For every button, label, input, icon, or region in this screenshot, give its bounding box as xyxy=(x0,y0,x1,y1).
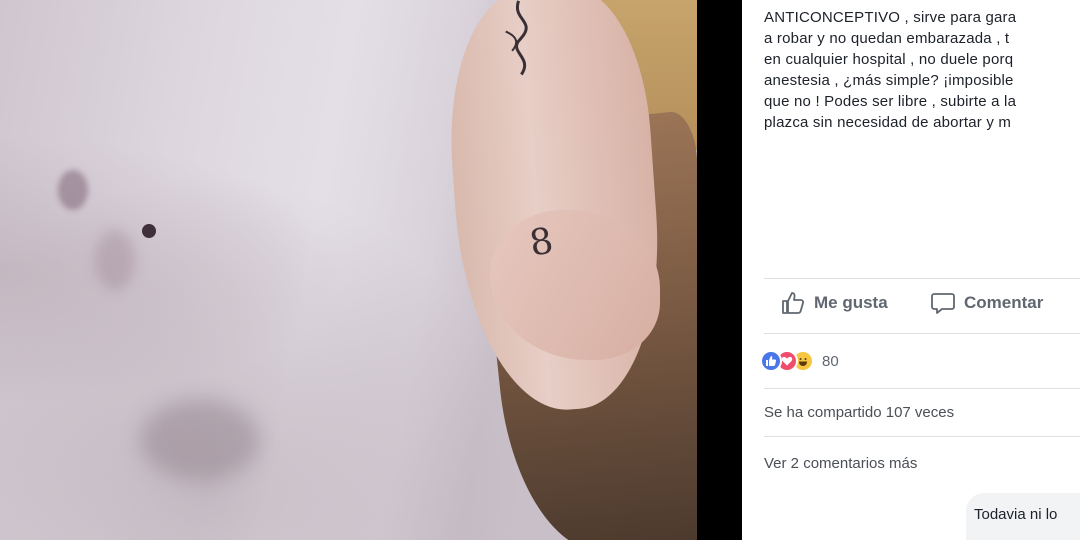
post-text-line: a robar y no quedan embarazada , t xyxy=(764,30,1010,47)
post-photo[interactable]: 8 xyxy=(0,0,697,540)
post-text-line: que no ! Podes ser libre , subirte a la xyxy=(764,93,1017,110)
comment-button[interactable]: Comentar xyxy=(930,290,1043,316)
photo-skin-mark xyxy=(95,230,135,290)
divider xyxy=(764,436,1080,437)
reactions-summary[interactable]: 80 xyxy=(760,350,839,372)
view-more-comments-link[interactable]: Ver 2 comentarios más xyxy=(764,455,917,472)
post-text-line: anestesia , ¿más simple? ¡imposible xyxy=(764,72,1014,89)
divider xyxy=(764,388,1080,389)
comment-icon xyxy=(930,290,956,316)
photo-skin-mark xyxy=(58,170,88,210)
reaction-count: 80 xyxy=(822,352,839,370)
post-text-line-cut xyxy=(764,0,1080,7)
photo-skin-mark xyxy=(140,400,260,480)
like-button[interactable]: Me gusta xyxy=(780,290,888,316)
post-text-line: en cualquier hospital , no duele porq xyxy=(764,51,1014,68)
post-text-line: ANTICONCEPTIVO , sirve para gara xyxy=(764,9,1017,26)
post-text-line: plazca sin necesidad de abortar y m xyxy=(764,114,1012,131)
shares-count[interactable]: Se ha compartido 107 veces xyxy=(764,404,954,421)
post-panel: ANTICONCEPTIVO , sirve para gara a robar… xyxy=(742,0,1080,540)
post-text: ANTICONCEPTIVO , sirve para gara a robar… xyxy=(764,0,1080,133)
like-label: Me gusta xyxy=(814,293,888,312)
divider xyxy=(764,333,1080,334)
comment-label: Comentar xyxy=(964,293,1044,312)
photo-skin-dot xyxy=(142,224,156,238)
comment-preview: Todavia ni lo xyxy=(966,493,1080,540)
thumbs-up-icon xyxy=(780,290,806,316)
like-reaction-icon xyxy=(760,350,782,372)
divider xyxy=(764,278,1080,279)
